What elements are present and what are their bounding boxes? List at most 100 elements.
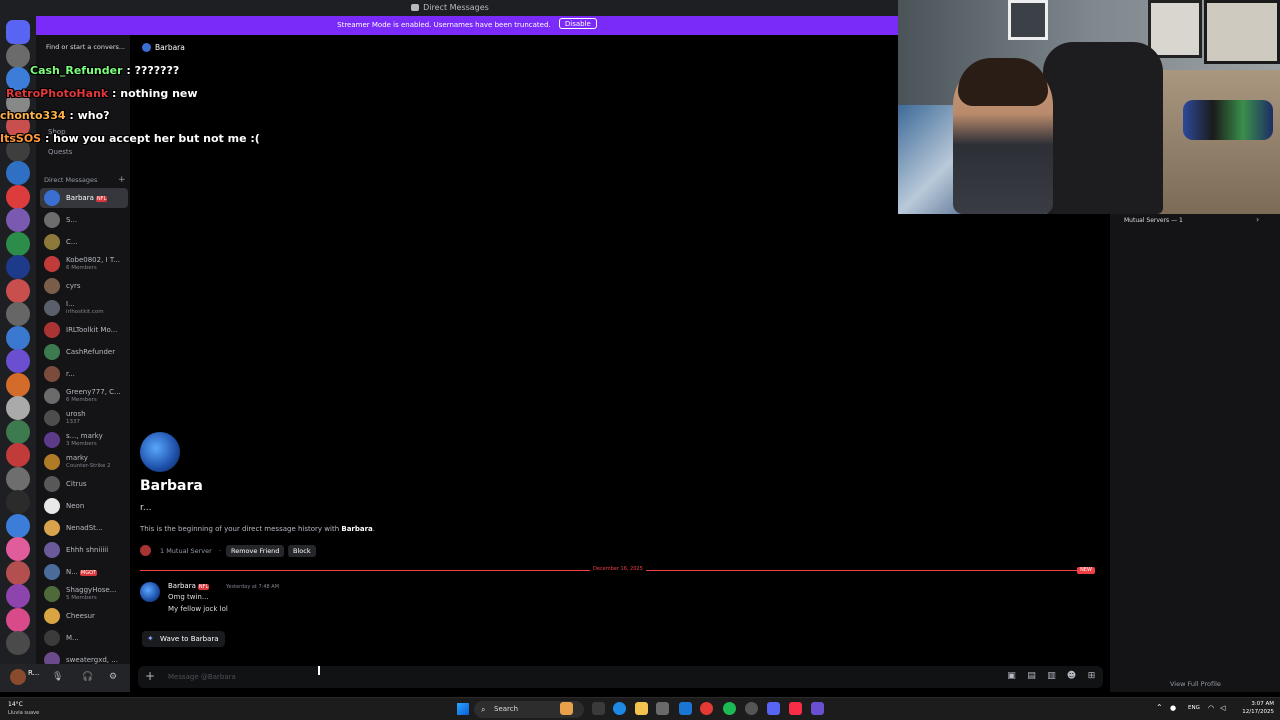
dm-item[interactable]: Neon (40, 496, 128, 516)
avatar[interactable] (10, 669, 26, 685)
server-icon[interactable] (6, 631, 30, 655)
mutual-servers-link[interactable]: 1 Mutual Server (160, 547, 212, 555)
dm-item[interactable]: Citrus (40, 474, 128, 494)
music-icon[interactable] (789, 702, 802, 715)
server-icon[interactable] (6, 184, 30, 209)
avatar (44, 476, 60, 492)
task-view-icon[interactable] (592, 702, 605, 715)
volume-icon[interactable]: ◁ (1220, 704, 1225, 712)
dm-name: M... (66, 634, 126, 642)
server-icon[interactable] (6, 513, 30, 538)
mail-icon[interactable] (679, 702, 692, 715)
create-dm-button[interactable]: + (118, 175, 126, 185)
server-icon[interactable] (6, 466, 30, 491)
overlay-chat-separator: : (108, 86, 121, 100)
profile-avatar[interactable] (140, 432, 180, 472)
dm-item[interactable]: NenadSt... (40, 518, 128, 538)
message-avatar[interactable] (140, 582, 160, 602)
teams-icon[interactable] (811, 702, 824, 715)
dm-item[interactable]: C... (40, 232, 128, 252)
server-icon[interactable] (6, 208, 30, 232)
windows-start-icon[interactable] (457, 703, 469, 715)
mutual-servers-toggle[interactable]: Mutual Servers — 1 (1124, 217, 1183, 224)
dm-item[interactable]: ShaggyHose... 5 Members (40, 584, 128, 604)
dm-item[interactable]: marky Counter-Strike 2 (40, 452, 128, 472)
dm-item[interactable]: N... MGOT (40, 562, 128, 582)
dm-item[interactable]: I... irlhostkit.com (40, 298, 128, 318)
server-icon[interactable] (6, 560, 30, 585)
dm-item[interactable]: s..., marky 3 Members (40, 430, 128, 450)
microphone-icon[interactable]: 🎙 (52, 672, 63, 682)
user-name[interactable]: R... (28, 669, 39, 677)
find-conversation-button[interactable]: Find or start a convers... (42, 40, 126, 54)
dm-subtitle: Counter-Strike 2 (66, 463, 111, 469)
gift-icon[interactable]: ▣ (1006, 671, 1017, 682)
dm-item[interactable]: cyrs (40, 276, 128, 296)
view-full-profile-link[interactable]: View Full Profile (1170, 680, 1221, 688)
block-button[interactable]: Block (288, 545, 316, 557)
emoji-icon[interactable]: ☻ (1066, 671, 1077, 682)
chat-header-name[interactable]: Barbara (155, 43, 185, 52)
divider-date: December 16, 2025 (590, 566, 646, 572)
server-icon[interactable] (140, 545, 151, 556)
gif-icon[interactable]: ▤ (1026, 671, 1037, 682)
add-attachment-icon[interactable]: + (145, 669, 155, 683)
server-icon[interactable] (6, 255, 30, 279)
server-icon[interactable] (6, 325, 30, 350)
server-icon[interactable] (6, 490, 30, 514)
chrome-icon[interactable] (700, 702, 713, 715)
edge-icon[interactable] (613, 702, 626, 715)
dm-item[interactable]: Kobe0802, I T... 6 Members (40, 254, 128, 274)
language-indicator[interactable]: ENG (1188, 705, 1200, 711)
dm-name-text: Kobe0802, I T... (66, 256, 120, 264)
dm-item[interactable]: Ehhh shniiiii (40, 540, 128, 560)
chevron-right-icon[interactable]: › (1256, 215, 1259, 224)
headset-icon[interactable]: 🎧 (82, 672, 93, 682)
dm-item[interactable]: r... (40, 364, 128, 384)
message-input[interactable] (168, 670, 768, 684)
discord-icon[interactable] (767, 702, 780, 715)
server-icon[interactable] (6, 419, 30, 444)
spotify-icon[interactable] (723, 702, 736, 715)
dm-item[interactable]: Barbara NFL (40, 188, 128, 208)
server-icon[interactable] (6, 231, 30, 256)
message-author[interactable]: Barbara NFL (168, 582, 210, 590)
server-icon[interactable] (6, 372, 30, 397)
discord-home-icon[interactable] (6, 20, 30, 44)
server-icon[interactable] (6, 443, 30, 467)
wave-button[interactable]: ✦ Wave to Barbara (142, 631, 225, 647)
apps-icon[interactable]: ⊞ (1086, 671, 1097, 682)
obs-icon[interactable] (745, 702, 758, 715)
overlay-chat-text: ??????? (134, 64, 180, 77)
wifi-icon[interactable]: ◠ (1208, 704, 1214, 712)
chevron-up-icon[interactable]: ⌃ (1156, 703, 1163, 712)
server-icon[interactable] (6, 278, 30, 303)
disable-streamer-mode-button[interactable]: Disable (558, 18, 597, 29)
message-author-name[interactable]: Barbara (168, 582, 196, 590)
store-icon[interactable] (656, 702, 669, 715)
dm-item[interactable]: S... (40, 210, 128, 230)
server-icon[interactable] (6, 349, 30, 373)
tray-icon[interactable]: ● (1170, 704, 1176, 712)
remove-friend-button[interactable]: Remove Friend (226, 545, 285, 557)
avatar (44, 520, 60, 536)
server-icon[interactable] (6, 537, 30, 561)
sticker-icon[interactable]: ▥ (1046, 671, 1057, 682)
clock[interactable]: 3:07 AM 12/17/2025 (1242, 700, 1274, 716)
app-icon[interactable] (560, 702, 573, 715)
dm-item[interactable]: Greeny777, C... 6 Members (40, 386, 128, 406)
dm-item[interactable]: Cheesur (40, 606, 128, 626)
gear-icon[interactable]: ⚙ (108, 672, 118, 682)
dm-item[interactable]: IRLToolkit Mo... (40, 320, 128, 340)
dm-item[interactable]: CashRefunder (40, 342, 128, 362)
server-icon[interactable] (6, 584, 30, 608)
server-icon[interactable] (6, 161, 30, 185)
server-icon[interactable] (6, 302, 30, 326)
history-beginning-name: Barbara (341, 525, 373, 533)
weather-widget[interactable]: 14°C Lluvia suave (8, 701, 39, 717)
dm-item[interactable]: M... (40, 628, 128, 648)
server-icon[interactable] (6, 607, 30, 632)
file-explorer-icon[interactable] (635, 702, 648, 715)
dm-item[interactable]: urosh 1337 (40, 408, 128, 428)
server-icon[interactable] (6, 396, 30, 420)
